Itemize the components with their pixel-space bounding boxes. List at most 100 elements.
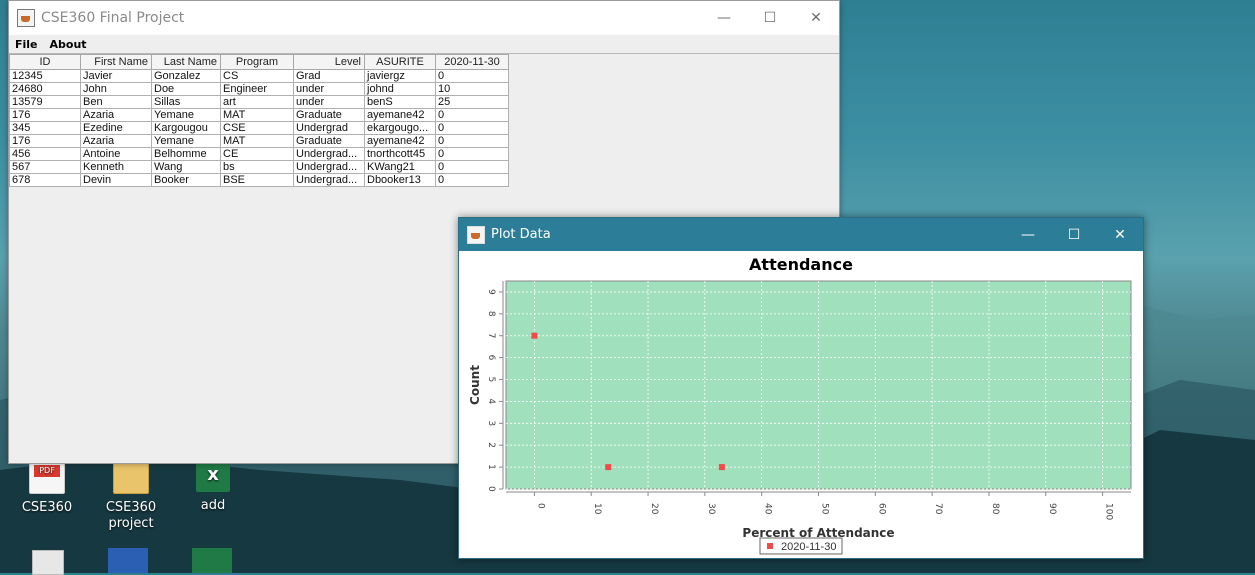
- y-tick-label: 3: [486, 420, 496, 426]
- table-cell[interactable]: Graduate: [293, 108, 365, 122]
- table-cell[interactable]: ayemane42: [364, 108, 436, 122]
- table-cell[interactable]: Engineer: [220, 82, 294, 96]
- table-row[interactable]: 176 Azaria Yemane MAT Graduate ayemane42 0: [9, 134, 509, 148]
- table-cell[interactable]: Doe: [151, 82, 221, 96]
- column-header[interactable]: Level: [293, 54, 365, 70]
- table-row[interactable]: 678 Devin Booker BSE Undergrad... Dbooker13 0: [9, 173, 509, 187]
- table-cell[interactable]: johnd: [364, 82, 436, 96]
- table-cell[interactable]: 0: [435, 108, 509, 122]
- table-cell[interactable]: Grad: [293, 69, 365, 83]
- close-button[interactable]: ✕: [1097, 218, 1143, 252]
- maximize-button[interactable]: ☐: [1051, 218, 1097, 252]
- table-cell[interactable]: CSE: [220, 121, 294, 135]
- table-cell[interactable]: 25: [435, 95, 509, 109]
- excel-icon[interactable]: [192, 548, 232, 573]
- table-cell[interactable]: 678: [9, 173, 81, 187]
- table-cell[interactable]: Belhomme: [151, 147, 221, 161]
- table-cell[interactable]: Kenneth: [80, 160, 152, 174]
- column-header[interactable]: ID: [9, 54, 81, 70]
- table-cell[interactable]: javiergz: [364, 69, 436, 83]
- table-cell[interactable]: 0: [435, 69, 509, 83]
- table-cell[interactable]: tnorthcott45: [364, 147, 436, 161]
- minimize-button[interactable]: —: [701, 1, 747, 35]
- table-row[interactable]: 13579 Ben Sillas art under benS 25: [9, 95, 509, 109]
- minimize-button[interactable]: —: [1005, 218, 1051, 252]
- desktop-icon-cse360-pdf[interactable]: PDF CSE360: [10, 458, 84, 516]
- table-cell[interactable]: Undergrad...: [293, 160, 365, 174]
- table-cell[interactable]: Dbooker13: [364, 173, 436, 187]
- table-cell[interactable]: Yemane: [151, 108, 221, 122]
- table-cell[interactable]: 12345: [9, 69, 81, 83]
- table-cell[interactable]: Antoine: [80, 147, 152, 161]
- table-cell[interactable]: CS: [220, 69, 294, 83]
- table-cell[interactable]: MAT: [220, 134, 294, 148]
- close-button[interactable]: ✕: [793, 1, 839, 35]
- table-row[interactable]: 567 Kenneth Wang bs Undergrad... KWang21 0: [9, 160, 509, 174]
- x-tick-label: 50: [820, 503, 830, 515]
- table-cell[interactable]: Kargougou: [151, 121, 221, 135]
- table-cell[interactable]: under: [293, 82, 365, 96]
- table-cell[interactable]: Ben: [80, 95, 152, 109]
- table-cell[interactable]: Ezedine: [80, 121, 152, 135]
- table-cell[interactable]: John: [80, 82, 152, 96]
- table-cell[interactable]: 176: [9, 108, 81, 122]
- table-cell[interactable]: 24680: [9, 82, 81, 96]
- table-cell[interactable]: Booker: [151, 173, 221, 187]
- word-icon[interactable]: [108, 548, 148, 573]
- table-row[interactable]: 456 Antoine Belhomme CE Undergrad... tnorthco…: [9, 147, 509, 161]
- column-header[interactable]: ASURITE: [364, 54, 436, 70]
- column-header[interactable]: 2020-11-30: [435, 54, 509, 70]
- table-cell[interactable]: 0: [435, 147, 509, 161]
- table-cell[interactable]: 456: [9, 147, 81, 161]
- table-cell[interactable]: Azaria: [80, 134, 152, 148]
- maximize-button[interactable]: ☐: [747, 1, 793, 35]
- table-cell[interactable]: Yemane: [151, 134, 221, 148]
- desktop-icon-label: CSE360 project: [105, 500, 157, 531]
- plot-window-titlebar[interactable]: Plot Data — ☐ ✕: [459, 218, 1143, 251]
- table-cell[interactable]: MAT: [220, 108, 294, 122]
- table-cell[interactable]: Devin: [80, 173, 152, 187]
- table-row[interactable]: 24680 John Doe Engineer under johnd 10: [9, 82, 509, 96]
- table-cell[interactable]: Azaria: [80, 108, 152, 122]
- column-header[interactable]: First Name: [80, 54, 152, 70]
- table-cell[interactable]: 176: [9, 134, 81, 148]
- menu-about[interactable]: About: [44, 38, 93, 51]
- table-row[interactable]: 345 Ezedine Kargougou CSE Undergrad ekargougo…: [9, 121, 509, 135]
- table-cell[interactable]: 345: [9, 121, 81, 135]
- table-cell[interactable]: 13579: [9, 95, 81, 109]
- table-cell[interactable]: Graduate: [293, 134, 365, 148]
- table-cell[interactable]: 567: [9, 160, 81, 174]
- roster-table[interactable]: ID First Name Last Name Program Level ASURITE…: [9, 54, 509, 187]
- table-cell[interactable]: under: [293, 95, 365, 109]
- table-cell[interactable]: Javier: [80, 69, 152, 83]
- table-cell[interactable]: Sillas: [151, 95, 221, 109]
- table-cell[interactable]: 0: [435, 121, 509, 135]
- table-cell[interactable]: KWang21: [364, 160, 436, 174]
- table-cell[interactable]: art: [220, 95, 294, 109]
- desktop-icon-partial-file[interactable]: [32, 550, 64, 575]
- table-cell[interactable]: Undergrad...: [293, 173, 365, 187]
- desktop-icon-cse360-project-folder[interactable]: CSE360 project: [94, 458, 168, 532]
- table-cell[interactable]: CE: [220, 147, 294, 161]
- table-cell[interactable]: 0: [435, 173, 509, 187]
- table-cell[interactable]: ayemane42: [364, 134, 436, 148]
- table-cell[interactable]: 0: [435, 134, 509, 148]
- table-cell[interactable]: 10: [435, 82, 509, 96]
- main-window-titlebar[interactable]: CSE360 Final Project — ☐ ✕: [9, 1, 839, 35]
- menu-file[interactable]: File: [9, 38, 44, 51]
- table-cell[interactable]: bs: [220, 160, 294, 174]
- desktop-icon-add-excel[interactable]: x add: [176, 458, 250, 514]
- legend-label: 2020-11-30: [781, 541, 836, 553]
- table-cell[interactable]: benS: [364, 95, 436, 109]
- table-cell[interactable]: Undergrad...: [293, 147, 365, 161]
- table-row[interactable]: 176 Azaria Yemane MAT Graduate ayemane42 0: [9, 108, 509, 122]
- table-cell[interactable]: BSE: [220, 173, 294, 187]
- table-row[interactable]: 12345 Javier Gonzalez CS Grad javiergz 0: [9, 69, 509, 83]
- table-cell[interactable]: Gonzalez: [151, 69, 221, 83]
- column-header[interactable]: Program: [220, 54, 294, 70]
- table-cell[interactable]: Undergrad: [293, 121, 365, 135]
- table-cell[interactable]: Wang: [151, 160, 221, 174]
- table-cell[interactable]: ekargougo...: [364, 121, 436, 135]
- column-header[interactable]: Last Name: [151, 54, 221, 70]
- table-cell[interactable]: 0: [435, 160, 509, 174]
